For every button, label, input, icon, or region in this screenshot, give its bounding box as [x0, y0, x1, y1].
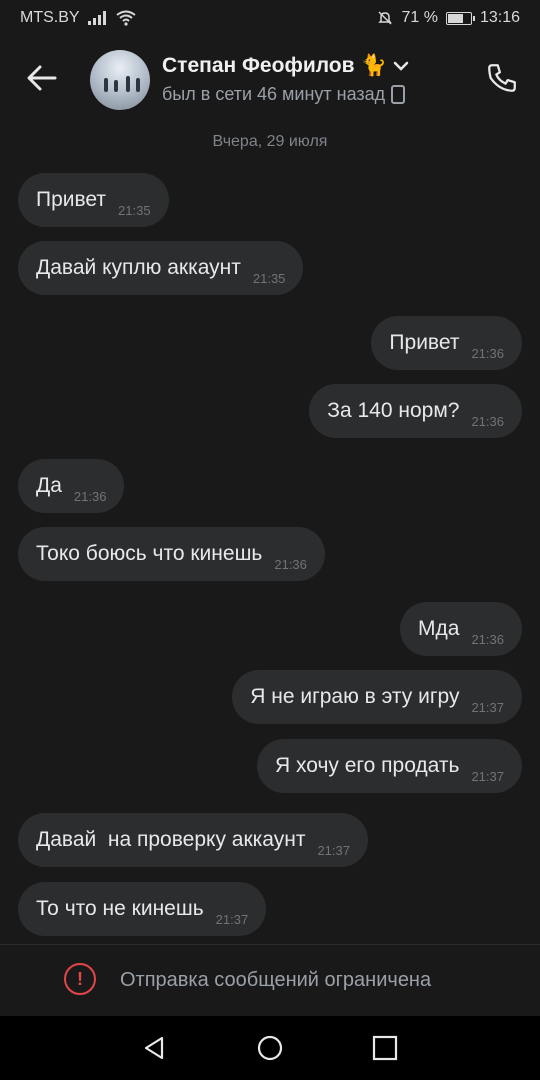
mobile-icon	[391, 85, 406, 104]
message-text: Я хочу его продать	[275, 754, 460, 777]
clock: 13:16	[479, 9, 520, 26]
message-time: 21:36	[471, 414, 504, 429]
message-text: Давай куплю аккаунт	[36, 256, 241, 279]
message-time: 21:37	[317, 843, 350, 858]
message-bubble-outgoing[interactable]: Я хочу его продать 21:37	[257, 739, 522, 793]
nav-home-icon[interactable]	[256, 1034, 284, 1062]
message-time: 21:35	[118, 203, 151, 218]
signal-icon	[87, 11, 106, 25]
wifi-icon	[115, 10, 136, 26]
message-bubble-incoming[interactable]: Давай на проверку аккаунт 21:37	[18, 813, 368, 867]
chat-header: Степан Феофилов 🐈 был в сети 46 минут на…	[0, 36, 540, 122]
message-text: Привет	[36, 188, 107, 211]
nav-recents-icon[interactable]	[371, 1034, 399, 1062]
message-bubble-outgoing[interactable]: Привет 21:36	[371, 316, 522, 370]
restricted-message: Отправка сообщений ограничена	[120, 969, 432, 991]
system-nav-bar	[0, 1016, 540, 1080]
message-time: 21:36	[274, 557, 307, 572]
message-bubble-incoming[interactable]: Да 21:36	[18, 459, 125, 513]
message-time: 21:36	[471, 346, 504, 361]
message-time: 21:35	[252, 271, 286, 286]
back-button[interactable]	[24, 60, 60, 96]
contact-title[interactable]: Степан Феофилов 🐈 был в сети 46 минут на…	[162, 54, 409, 105]
message-time: 21:37	[471, 769, 504, 784]
message-text: За 140 норм?	[327, 399, 460, 422]
phone-icon	[488, 64, 516, 92]
message-text: Привет	[389, 331, 460, 354]
message-text: То что не кинешь	[36, 897, 204, 920]
message-bubble-incoming[interactable]: То что не кинешь 21:37	[18, 882, 267, 936]
arrow-left-icon	[27, 65, 57, 91]
chevron-down-icon	[393, 61, 408, 71]
call-button[interactable]	[480, 56, 524, 100]
message-bubble-outgoing[interactable]: Мда 21:36	[400, 602, 522, 656]
message-bubble-outgoing[interactable]: Я не играю в эту игру 21:37	[232, 670, 522, 724]
message-bubble-incoming[interactable]: Давай куплю аккаунт 21:35	[18, 241, 304, 295]
message-time: 21:36	[73, 489, 107, 504]
carrier-label: MTS.BY	[20, 9, 80, 26]
status-bar: MTS.BY 71 % 13:16	[0, 0, 540, 36]
contact-name: Степан Феофилов	[162, 54, 355, 77]
message-time: 21:36	[471, 632, 504, 647]
avatar[interactable]	[90, 50, 150, 110]
message-text: Я не играю в эту игру	[250, 685, 460, 708]
battery-percent: 71 %	[401, 9, 438, 26]
warning-icon: !	[64, 963, 96, 995]
message-time: 21:37	[471, 700, 504, 715]
cat-emoji: 🐈	[360, 54, 387, 77]
message-text: Токо боюсь что кинешь	[36, 542, 263, 565]
composer-restricted-bar: ! Отправка сообщений ограничена	[0, 944, 540, 1016]
nav-back-icon[interactable]	[140, 1034, 168, 1062]
message-text: Да	[36, 474, 62, 497]
last-seen-status: был в сети 46 минут назад	[162, 84, 386, 104]
message-bubble-outgoing[interactable]: За 140 норм? 21:36	[309, 384, 522, 438]
battery-icon	[445, 11, 475, 25]
message-bubble-incoming[interactable]: Привет 21:35	[18, 173, 169, 227]
message-text: Давай на проверку аккаунт	[36, 828, 306, 851]
message-text: Мда	[418, 617, 460, 640]
bell-off-icon	[378, 11, 393, 25]
date-separator: Вчера, 29 июля	[212, 133, 328, 150]
message-bubble-incoming[interactable]: Токо боюсь что кинешь 21:36	[18, 527, 325, 581]
message-time: 21:37	[215, 912, 249, 927]
